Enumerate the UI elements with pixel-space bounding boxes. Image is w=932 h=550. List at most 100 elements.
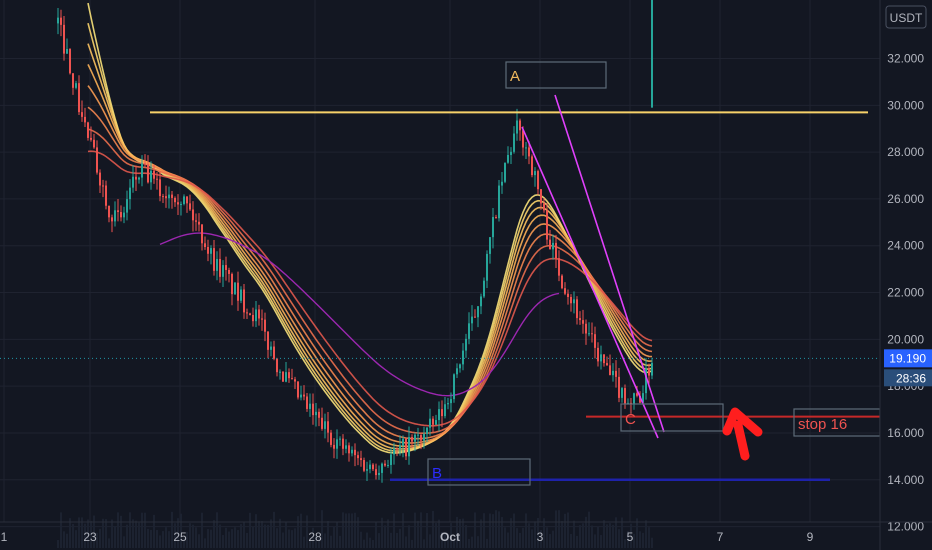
volume-bar — [141, 512, 143, 548]
volume-bar — [201, 512, 203, 548]
candle-body — [567, 293, 569, 297]
volume-bar — [639, 531, 641, 548]
candle-body — [324, 421, 326, 429]
volume-bar — [219, 524, 221, 548]
y-tick-label: 16.000 — [887, 426, 924, 440]
volume-bar — [504, 527, 506, 548]
volume-bar — [528, 523, 530, 548]
volume-bar — [495, 510, 497, 548]
volume-bar — [192, 524, 194, 548]
candle-body — [165, 196, 167, 199]
volume-bar — [600, 535, 602, 548]
candle-body — [321, 417, 323, 429]
candle-body — [570, 296, 572, 304]
volume-bar — [159, 535, 161, 548]
candle-body — [588, 333, 590, 335]
candle-body — [393, 448, 395, 455]
volume-bar — [114, 525, 116, 548]
volume-bar — [204, 538, 206, 548]
candle-body — [621, 388, 623, 398]
candle-body — [78, 83, 80, 113]
volume-bar — [102, 518, 104, 548]
volume-bar — [579, 525, 581, 548]
candle-body — [87, 122, 89, 138]
volume-bar — [189, 523, 191, 548]
candle-body — [240, 289, 242, 301]
candle-body — [426, 427, 428, 434]
candle-body — [573, 299, 575, 304]
candle-body — [129, 187, 131, 200]
candle-body — [429, 418, 431, 428]
x-tick-label: 25 — [173, 530, 187, 544]
volume-bar — [327, 521, 329, 548]
volume-bar — [267, 524, 269, 548]
volume-bar — [345, 513, 347, 548]
volume-bar — [339, 535, 341, 548]
volume-bar — [375, 521, 377, 548]
candle-body — [174, 197, 176, 203]
candle-body — [111, 217, 113, 222]
volume-bar — [603, 520, 605, 548]
volume-bar — [99, 528, 101, 548]
volume-bar — [348, 513, 350, 548]
volume-bar — [435, 523, 437, 548]
candle-body — [150, 170, 152, 183]
volume-bar — [195, 527, 197, 548]
candle-body — [207, 247, 209, 254]
volume-bar — [423, 539, 425, 548]
candle-body — [582, 320, 584, 324]
candle-body — [483, 280, 485, 297]
volume-bar — [462, 518, 464, 548]
countdown-text: 28:36 — [896, 371, 926, 385]
candle-body — [387, 464, 389, 466]
price-axis[interactable]: USDT12.00014.00016.00018.00020.00022.000… — [880, 0, 932, 550]
candle-body — [237, 282, 239, 301]
price-chart[interactable]: ABCstop 16 USDT12.00014.00016.00018.0002… — [0, 0, 932, 550]
volume-bar — [210, 529, 212, 548]
candle-body — [279, 371, 281, 373]
volume-bar — [207, 529, 209, 548]
candle-body — [390, 454, 392, 465]
volume-bar — [213, 520, 215, 548]
candle-body — [402, 438, 404, 446]
candle-body — [81, 112, 83, 117]
candle-body — [498, 185, 500, 219]
currency-label: USDT — [890, 11, 923, 25]
candle-body — [633, 393, 635, 405]
volume-bar — [303, 536, 305, 548]
volume-bar — [555, 510, 557, 548]
volume-bar — [405, 536, 407, 548]
volume-bar — [576, 535, 578, 548]
candle-body — [492, 217, 494, 238]
candle-body — [372, 464, 374, 470]
x-tick-label: 28 — [308, 530, 322, 544]
candle-body — [114, 210, 116, 222]
volume-bar — [546, 527, 548, 548]
volume-bar — [468, 539, 470, 548]
candle-body — [357, 455, 359, 459]
volume-bar — [513, 513, 515, 548]
candle-body — [147, 164, 149, 183]
candle-body — [438, 409, 440, 421]
volume-bar — [132, 519, 134, 548]
candle-body — [399, 445, 401, 449]
candle-body — [303, 394, 305, 397]
candle-body — [306, 396, 308, 409]
volume-bar — [225, 527, 227, 548]
volume-bar — [156, 530, 158, 548]
volume-bar — [66, 533, 68, 548]
volume-bar — [618, 529, 620, 548]
volume-bar — [558, 510, 560, 548]
volume-bar — [333, 526, 335, 548]
candle-body — [246, 312, 248, 314]
candle-body — [453, 374, 455, 400]
candle-body — [234, 282, 236, 295]
volume-bar — [285, 522, 287, 548]
volume-bar — [477, 536, 479, 548]
volume-bar — [507, 532, 509, 548]
candle-body — [546, 210, 548, 240]
volume-bar — [582, 523, 584, 548]
volume-bar — [63, 531, 65, 548]
volume-bar — [564, 513, 566, 548]
volume-bar — [234, 527, 236, 548]
